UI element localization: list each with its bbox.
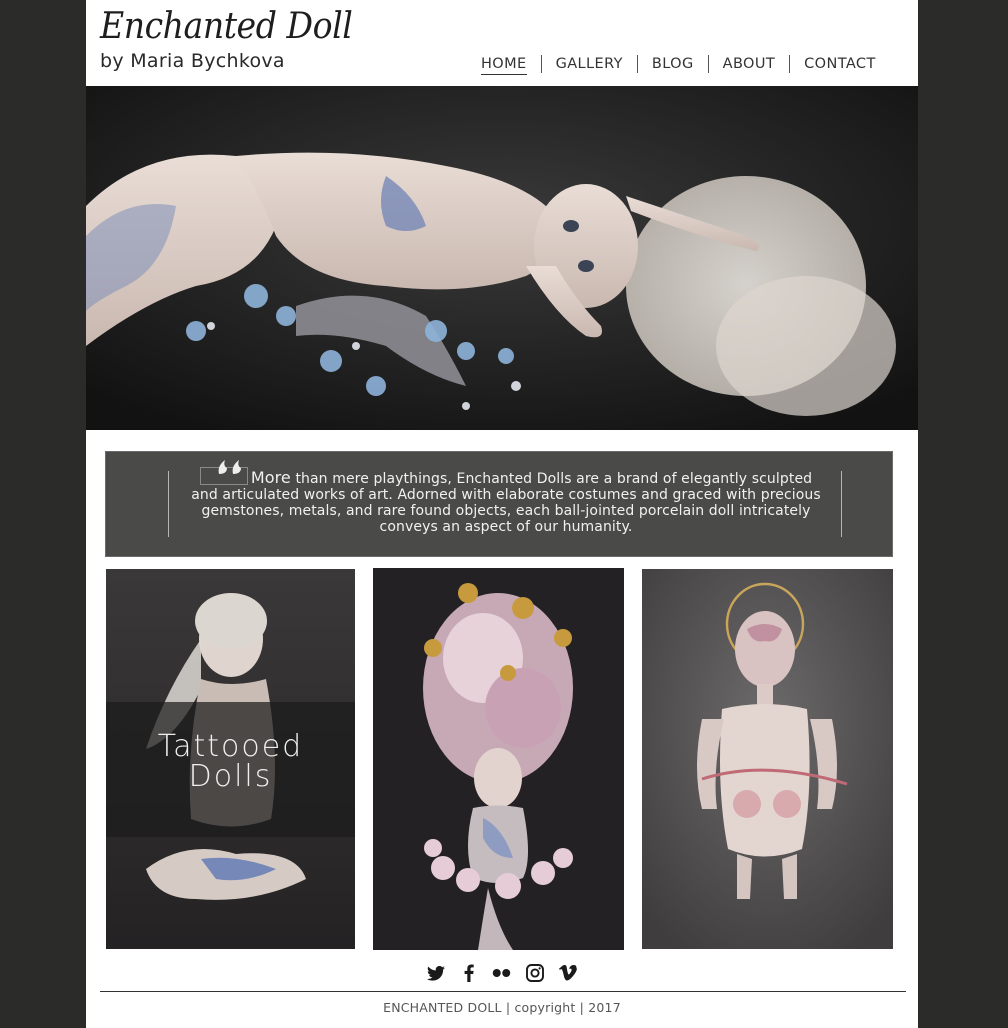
hero-image-reclining-doll [86,86,918,430]
nav-item-home[interactable]: HOME [480,55,541,75]
page-container: Enchanted Doll by Maria Bychkova HOME GA… [86,0,918,1028]
vimeo-icon[interactable] [558,962,577,984]
overlay-line: Tattooed [157,729,304,764]
site-logo-subtitle: by Maria Bychkova [100,50,285,72]
quote-frame: More than mere playthings, Enchanted Dol… [168,460,842,537]
social-links [426,962,577,984]
quote-lead-word: More [250,468,291,487]
nav-item-contact[interactable]: CONTACT [789,55,890,73]
footer-divider [100,991,906,992]
site-logo-title[interactable]: Enchanted Doll [100,6,353,47]
gallery-card-halo-doll[interactable] [642,569,893,949]
instagram-icon[interactable] [525,962,544,984]
intro-quote-box: More than mere playthings, Enchanted Dol… [105,451,893,557]
nav-item-label: BLOG [651,56,694,72]
halo-doll-image [642,569,893,949]
nav-item-label: ABOUT [722,56,776,72]
nav-item-label: CONTACT [804,56,876,72]
tattooed-dolls-overlay[interactable]: Tattooed Dolls [106,702,355,837]
copyright-text: ENCHANTED DOLL | copyright | 2017 [383,1000,621,1015]
overlay-line: Dolls [188,759,273,794]
facebook-icon[interactable] [459,962,478,984]
quote-text: More than mere playthings, Enchanted Dol… [185,460,827,535]
nav-item-label: HOME [481,56,527,75]
quote-mark-icon [199,460,248,485]
gallery-card-tattooed-dolls[interactable]: Tattooed Dolls [106,569,355,949]
main-nav: HOME GALLERY BLOG ABOUT CONTACT [480,55,890,75]
nav-item-about[interactable]: ABOUT [707,55,790,73]
flickr-icon[interactable] [492,962,511,984]
nav-item-gallery[interactable]: GALLERY [540,55,637,73]
gallery-card-marie-antoinette-doll[interactable] [373,568,624,950]
nav-item-blog[interactable]: BLOG [636,55,708,73]
ornate-wig-doll-image [373,568,624,950]
twitter-icon[interactable] [426,962,445,984]
hero-illustration [86,86,918,430]
nav-item-label: GALLERY [555,56,623,72]
tattooed-dolls-title: Tattooed Dolls [106,732,355,792]
